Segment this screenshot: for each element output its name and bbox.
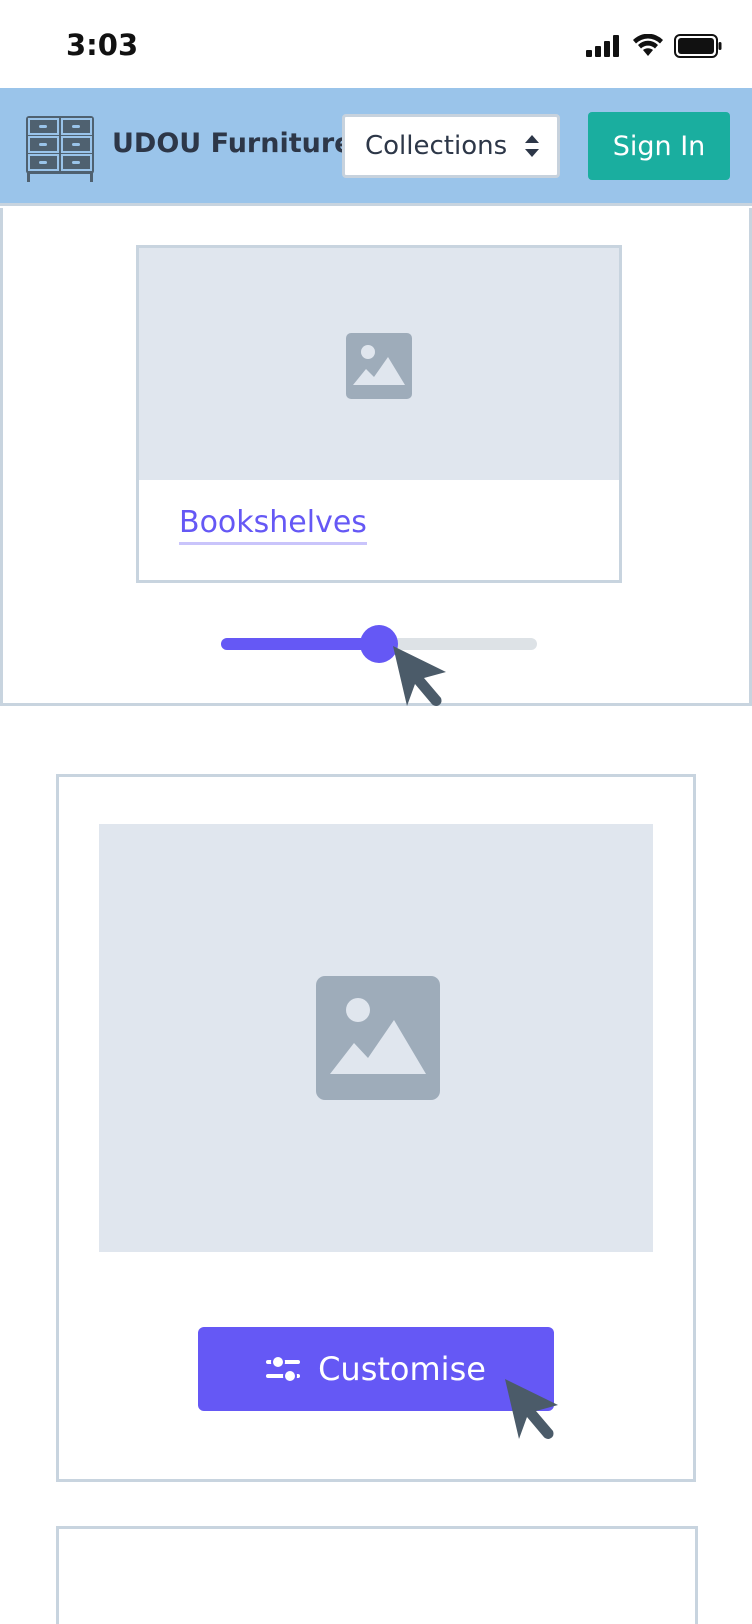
product-card: Customise <box>56 774 696 1482</box>
image-placeholder-icon <box>316 976 440 1100</box>
next-product-card <box>56 1526 698 1624</box>
site-header: UDOU Furniture Collections Sign In <box>0 88 752 206</box>
sign-in-button[interactable]: Sign In <box>588 112 730 180</box>
battery-icon <box>674 34 722 58</box>
category-card[interactable]: Bookshelves <box>136 245 622 583</box>
status-icons <box>586 34 722 58</box>
bookshelves-link[interactable]: Bookshelves <box>179 504 367 545</box>
card-image <box>139 248 619 480</box>
category-carousel: Bookshelves <box>0 208 752 706</box>
cursor-pointer-icon <box>505 1379 558 1439</box>
status-bar: 3:03 <box>0 0 752 88</box>
customise-button[interactable]: Customise <box>198 1327 554 1411</box>
sliders-icon <box>266 1355 301 1383</box>
wifi-icon <box>633 34 663 56</box>
image-placeholder-icon <box>346 333 412 399</box>
slider-fill <box>221 638 379 650</box>
signal-icon <box>586 35 619 57</box>
product-image <box>99 824 653 1252</box>
carousel-slider[interactable] <box>221 625 537 663</box>
collections-select[interactable]: Collections <box>342 114 560 178</box>
brand-name[interactable]: UDOU Furniture <box>112 128 352 159</box>
cursor-pointer-icon <box>393 646 446 706</box>
select-arrows-icon <box>525 135 539 157</box>
drawer-cabinet-icon[interactable] <box>24 116 96 182</box>
collections-select-value: Collections <box>365 131 508 161</box>
status-time: 3:03 <box>66 28 139 62</box>
customise-label: Customise <box>318 1350 486 1388</box>
